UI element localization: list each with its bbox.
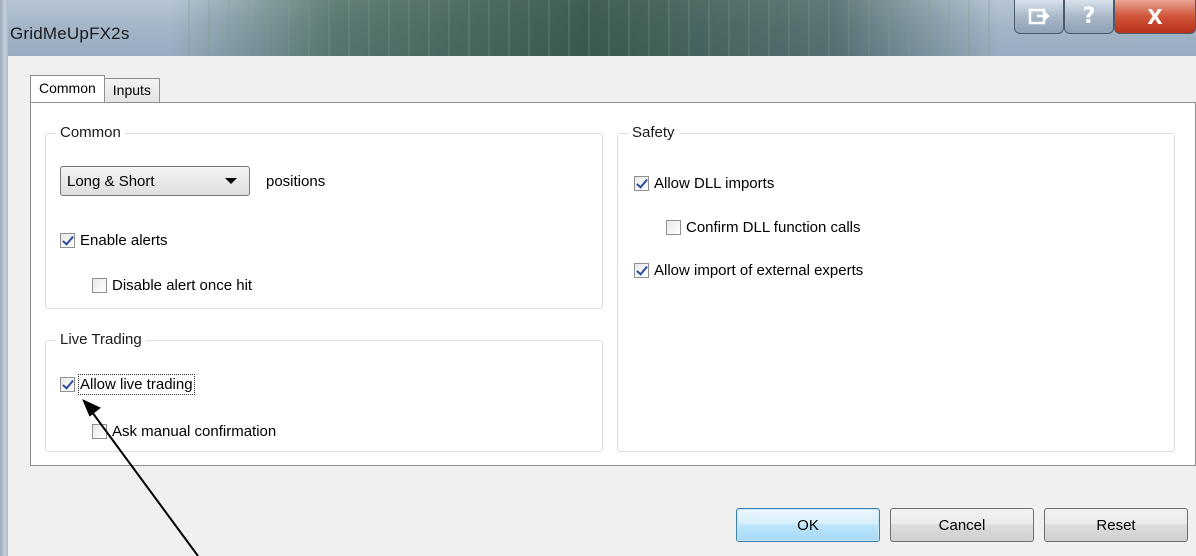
cancel-button[interactable]: Cancel: [890, 508, 1034, 542]
window-title: GridMeUpFX2s: [10, 24, 130, 43]
enable-alerts-label: Enable alerts: [80, 232, 168, 249]
allow-external-experts-label: Allow import of external experts: [654, 262, 864, 279]
close-button[interactable]: X: [1114, 0, 1196, 34]
allow-live-trading-checkbox[interactable]: [60, 377, 75, 392]
title-bar-background: [170, 0, 1000, 56]
positions-select-value: Long & Short: [67, 172, 155, 190]
allow-dll-imports-label: Allow DLL imports: [654, 175, 775, 192]
help-icon: ?: [1082, 4, 1096, 29]
tab-bar: Common Inputs: [30, 75, 160, 102]
allow-live-trading-label: Allow live trading: [78, 374, 195, 395]
dialog-content: Common Inputs Common Long & Short positi…: [8, 56, 1196, 556]
window-frame-edge: [0, 0, 8, 556]
disable-alert-once-hit-checkbox[interactable]: [92, 278, 107, 293]
common-group: Common Long & Short positions Enable ale…: [45, 124, 603, 309]
tab-inputs[interactable]: Inputs: [103, 78, 160, 102]
confirm-dll-calls-option[interactable]: Confirm DLL function calls: [666, 219, 861, 236]
dialog-window: GridMeUpFX2s ? X Common Inputs Common Lo…: [0, 0, 1196, 556]
enable-alerts-checkbox[interactable]: [60, 233, 75, 248]
common-group-label: Common: [56, 124, 125, 141]
help-button[interactable]: ?: [1064, 0, 1114, 34]
restore-icon: [1028, 8, 1050, 24]
allow-external-experts-checkbox[interactable]: [634, 263, 649, 278]
ask-manual-confirmation-checkbox[interactable]: [92, 424, 107, 439]
live-trading-group: Live Trading Allow live trading Ask manu…: [45, 331, 603, 452]
reset-button[interactable]: Reset: [1044, 508, 1188, 542]
tab-common[interactable]: Common: [30, 75, 105, 102]
allow-dll-imports-checkbox[interactable]: [634, 176, 649, 191]
ask-manual-confirmation-label: Ask manual confirmation: [112, 423, 277, 440]
disable-alert-once-hit-label: Disable alert once hit: [112, 277, 253, 294]
live-trading-group-label: Live Trading: [56, 331, 146, 348]
title-bar: GridMeUpFX2s ? X: [0, 0, 1196, 56]
dropdown-arrow-icon: [225, 178, 237, 184]
close-icon: X: [1147, 4, 1163, 29]
safety-group-label: Safety: [628, 124, 679, 141]
ok-button[interactable]: OK: [736, 508, 880, 542]
window-restore-button[interactable]: [1014, 0, 1064, 34]
positions-label: positions: [266, 173, 326, 190]
ask-manual-confirmation-option[interactable]: Ask manual confirmation: [92, 423, 276, 440]
enable-alerts-option[interactable]: Enable alerts: [60, 232, 168, 249]
disable-alert-once-hit-option[interactable]: Disable alert once hit: [92, 277, 252, 294]
allow-live-trading-option[interactable]: Allow live trading: [60, 374, 195, 395]
allow-dll-imports-option[interactable]: Allow DLL imports: [634, 175, 774, 192]
safety-group: Safety Allow DLL imports Confirm DLL fun…: [617, 124, 1175, 452]
tab-panel-common: Common Long & Short positions Enable ale…: [30, 102, 1196, 466]
confirm-dll-calls-checkbox[interactable]: [666, 220, 681, 235]
positions-select[interactable]: Long & Short: [60, 166, 250, 196]
confirm-dll-calls-label: Confirm DLL function calls: [686, 219, 861, 236]
allow-external-experts-option[interactable]: Allow import of external experts: [634, 262, 863, 279]
